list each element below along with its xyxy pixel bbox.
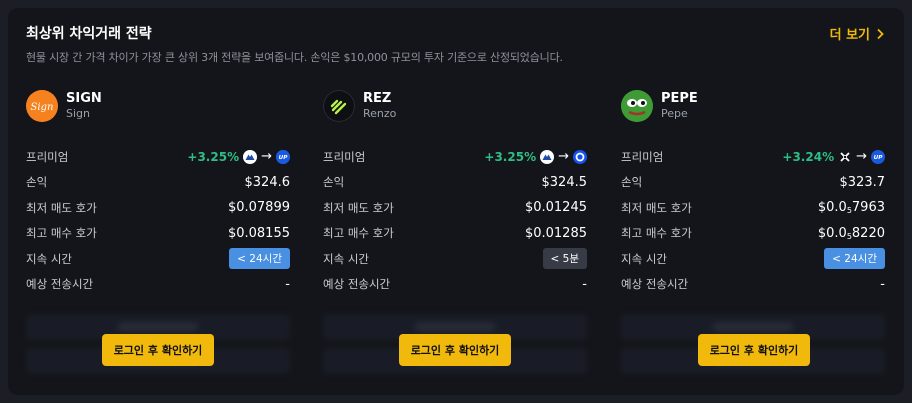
- highest-bid-label: 최고 매수 호가: [323, 226, 394, 241]
- premium-row: 프리미엄 +3.25% →: [323, 144, 587, 170]
- pnl-value: $324.5: [541, 174, 588, 190]
- lowest-ask-label: 최저 매도 호가: [621, 200, 692, 215]
- coinbase-exchange-icon: [573, 149, 587, 164]
- login-to-view-button[interactable]: 로그인 후 확인하기: [102, 334, 214, 366]
- coin-symbol: PEPE: [661, 91, 698, 106]
- up-exchange-icon: UP: [276, 149, 290, 164]
- coin-symbol: SIGN: [66, 91, 102, 106]
- more-label: 더 보기: [829, 28, 870, 43]
- strategy-details: 프리미엄 +3.25% → 손익 $324.5 최저 매도 호가 $0.0124…: [323, 144, 587, 297]
- svg-text:UP: UP: [279, 155, 289, 161]
- pnl-row: 손익 $324.6: [26, 170, 290, 196]
- premium-label: 프리미엄: [323, 149, 366, 164]
- renzo-coin-icon: [323, 90, 355, 122]
- strategy-card-sign: Sign SIGN Sign 프리미엄 +3.25% → UP 손익 $324.…: [26, 88, 292, 388]
- transfer-time-value: -: [880, 276, 885, 292]
- mountain-exchange-icon: [243, 149, 258, 164]
- premium-label: 프리미엄: [621, 149, 664, 164]
- transfer-time-label: 예상 전송시간: [323, 277, 391, 292]
- lowest-ask-row: 최저 매도 호가 $0.07899: [26, 195, 290, 221]
- coin-header: Sign SIGN Sign: [26, 88, 102, 124]
- pnl-value: $323.7: [839, 174, 886, 190]
- pnl-row: 손익 $324.5: [323, 170, 587, 196]
- highest-bid-label: 최고 매수 호가: [26, 226, 97, 241]
- chevron-right-icon: [877, 28, 884, 39]
- duration-badge: < 24시간: [229, 248, 290, 270]
- highest-bid-label: 최고 매수 호가: [621, 226, 692, 241]
- arrow-right-icon: →: [558, 148, 569, 164]
- highest-bid-row: 최고 매수 호가 $0.08155: [26, 221, 290, 247]
- duration-label: 지속 시간: [323, 251, 369, 266]
- pnl-label: 손익: [26, 175, 48, 190]
- sign-coin-icon: Sign: [26, 90, 58, 122]
- coin-symbol: REZ: [363, 91, 392, 106]
- strategy-details: 프리미엄 +3.24% → UP 손익 $323.7 최저 매도 호가 $0.0…: [621, 144, 885, 297]
- transfer-time-row: 예상 전송시간 -: [26, 272, 290, 298]
- highest-bid-row: 최고 매수 호가 $0.01285: [323, 221, 587, 247]
- duration-badge: < 24시간: [824, 248, 885, 270]
- pnl-label: 손익: [621, 175, 643, 190]
- strategy-details: 프리미엄 +3.25% → UP 손익 $324.6 최저 매도 호가 $0.0…: [26, 144, 290, 297]
- up-exchange-icon: UP: [871, 149, 885, 164]
- coin-header: REZ Renzo: [323, 88, 396, 124]
- transfer-time-value: -: [582, 276, 587, 292]
- lowest-ask-label: 최저 매도 호가: [26, 200, 97, 215]
- pnl-row: 손익 $323.7: [621, 170, 885, 196]
- highest-bid-row: 최고 매수 호가 $0.058220: [621, 221, 885, 247]
- pnl-value: $324.6: [244, 174, 291, 190]
- highest-bid-value: $0.01285: [524, 225, 587, 241]
- arrow-right-icon: →: [261, 148, 272, 164]
- transfer-time-row: 예상 전송시간 -: [621, 272, 885, 298]
- strategy-card-rez: REZ Renzo 프리미엄 +3.25% → 손익 $324.5 최저 매도 …: [323, 88, 589, 388]
- coin-name: Renzo: [363, 107, 397, 120]
- transfer-time-label: 예상 전송시간: [621, 277, 689, 292]
- premium-value: +3.25%: [187, 149, 240, 164]
- svg-text:UP: UP: [874, 155, 884, 161]
- strategy-card-pepe: PEPE Pepe 프리미엄 +3.24% → UP 손익 $323.7 최저 …: [621, 88, 887, 388]
- highest-bid-value: $0.08155: [227, 225, 290, 241]
- arrow-right-icon: →: [856, 148, 867, 164]
- transfer-time-label: 예상 전송시간: [26, 277, 94, 292]
- duration-row: 지속 시간 < 24시간: [621, 246, 885, 272]
- premium-row: 프리미엄 +3.25% → UP: [26, 144, 290, 170]
- pepe-coin-icon: [621, 90, 653, 122]
- mountain-exchange-icon: [540, 149, 555, 164]
- duration-label: 지속 시간: [621, 251, 667, 266]
- premium-label: 프리미엄: [26, 149, 69, 164]
- coin-name: Pepe: [661, 107, 688, 120]
- lowest-ask-value: $0.057963: [817, 200, 885, 216]
- lowest-ask-value: $0.07899: [227, 200, 290, 216]
- coin-name: Sign: [66, 107, 90, 120]
- duration-row: 지속 시간 < 24시간: [26, 246, 290, 272]
- lowest-ask-value: $0.01245: [524, 200, 587, 216]
- pnl-label: 손익: [323, 175, 345, 190]
- highest-bid-value: $0.058220: [817, 225, 885, 241]
- svg-text:Sign: Sign: [31, 102, 54, 113]
- premium-value: +3.24%: [782, 149, 835, 164]
- panel-subtitle: 현물 시장 간 가격 차이가 가장 큰 상위 3개 전략을 보여줍니다. 손익은…: [26, 51, 563, 64]
- lowest-ask-label: 최저 매도 호가: [323, 200, 394, 215]
- premium-row: 프리미엄 +3.24% → UP: [621, 144, 885, 170]
- x-exchange-icon: [838, 150, 852, 164]
- lowest-ask-row: 최저 매도 호가 $0.01245: [323, 195, 587, 221]
- transfer-time-value: -: [285, 276, 290, 292]
- coin-header: PEPE Pepe: [621, 88, 698, 124]
- duration-row: 지속 시간 < 5분: [323, 246, 587, 272]
- panel-title: 최상위 차익거래 전략: [26, 26, 152, 42]
- duration-label: 지속 시간: [26, 251, 72, 266]
- transfer-time-row: 예상 전송시간 -: [323, 272, 587, 298]
- login-to-view-button[interactable]: 로그인 후 확인하기: [399, 334, 511, 366]
- more-link[interactable]: 더 보기: [830, 24, 886, 43]
- lowest-ask-row: 최저 매도 호가 $0.057963: [621, 195, 885, 221]
- arbitrage-panel: 최상위 차익거래 전략 현물 시장 간 가격 차이가 가장 큰 상위 3개 전략…: [8, 8, 904, 395]
- duration-badge: < 5분: [542, 248, 587, 270]
- premium-value: +3.25%: [484, 149, 537, 164]
- login-to-view-button[interactable]: 로그인 후 확인하기: [698, 334, 810, 366]
